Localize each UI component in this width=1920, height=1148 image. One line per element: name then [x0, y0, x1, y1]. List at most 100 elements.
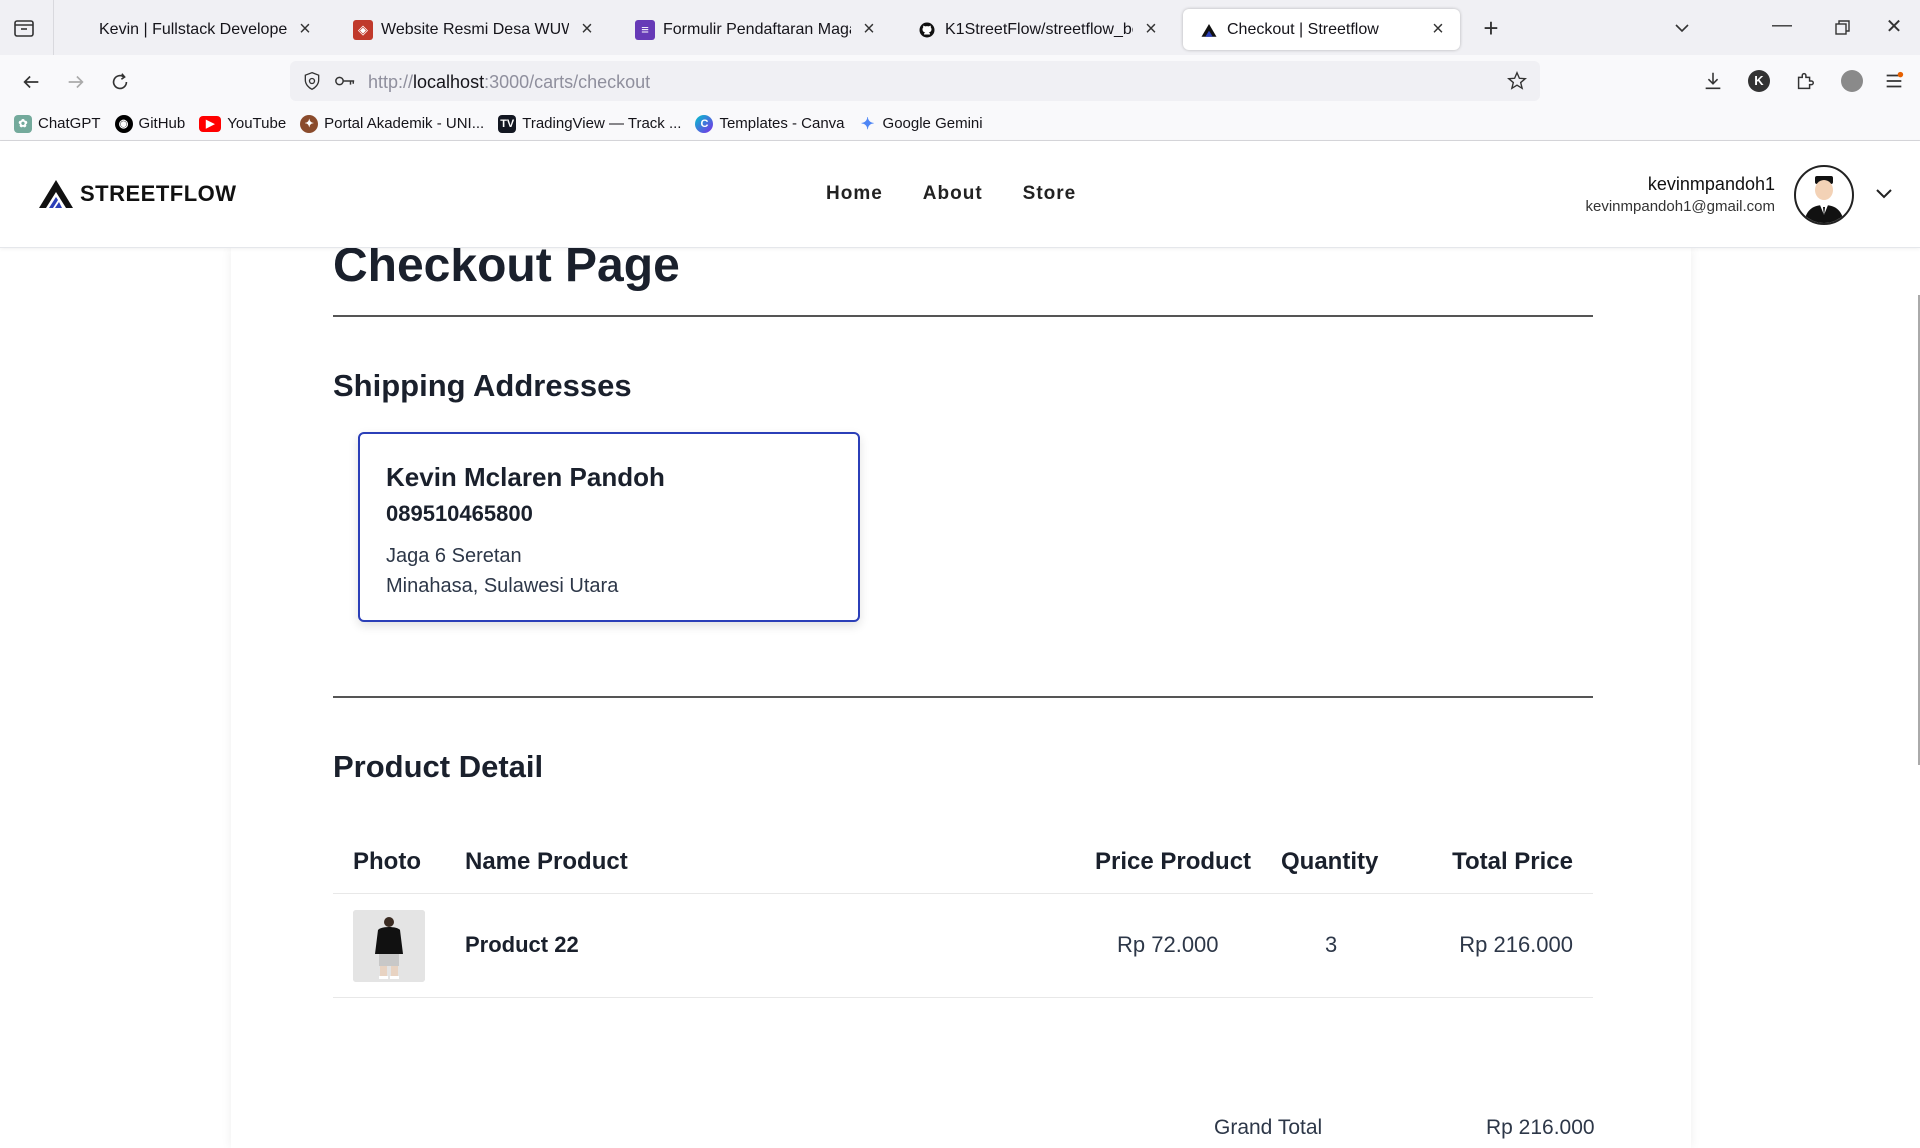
- close-icon[interactable]: ×: [1141, 18, 1161, 41]
- user-avatar-small-icon[interactable]: [1838, 67, 1866, 95]
- chevron-down-icon[interactable]: [1872, 181, 1896, 205]
- bookmark-tradingview[interactable]: TV TradingView — Track ...: [498, 114, 682, 133]
- chatgpt-icon: ✿: [14, 114, 32, 133]
- shield-icon[interactable]: [302, 71, 322, 91]
- tab-title: Checkout | Streetflow: [1227, 20, 1379, 38]
- url-text[interactable]: http://localhost:3000/carts/checkout: [368, 72, 650, 93]
- close-icon[interactable]: ×: [577, 18, 597, 41]
- bookmark-portal-akademik[interactable]: ✦ Portal Akademik - UNI...: [300, 114, 485, 133]
- nav-link-about[interactable]: About: [923, 183, 983, 205]
- address-phone: 089510465800: [386, 501, 533, 526]
- header-price-product: Price Product: [1095, 848, 1252, 875]
- header-quantity: Quantity: [1281, 848, 1379, 875]
- avatar[interactable]: [1794, 165, 1854, 225]
- user-info[interactable]: kevinmpandoh1 kevinmpandoh1@gmail.com: [1586, 174, 1776, 215]
- browser-navigation-bar: http://localhost:3000/carts/checkout K: [0, 55, 1920, 107]
- bookmark-label: ChatGPT: [38, 115, 101, 132]
- product-price: Rp 72.000: [1117, 932, 1219, 957]
- download-icon[interactable]: [1699, 67, 1727, 95]
- bookmark-label: Portal Akademik - UNI...: [324, 115, 485, 132]
- product-name: Product 22: [465, 932, 579, 957]
- bookmark-gemini[interactable]: ✦ Google Gemini: [859, 115, 983, 133]
- product-table: Photo Name Product Price Product Quantit…: [333, 830, 1593, 998]
- url-host: localhost: [413, 72, 485, 92]
- header-name-product: Name Product: [465, 848, 628, 875]
- shipping-section-title: Shipping Addresses: [333, 368, 632, 403]
- bookmark-label: YouTube: [227, 115, 287, 132]
- close-icon[interactable]: ×: [859, 18, 879, 41]
- product-section-title: Product Detail: [333, 749, 544, 784]
- tab-title: K1StreetFlow/streetflow_be: [945, 20, 1133, 38]
- bookmark-canva[interactable]: C Templates - Canva: [695, 114, 845, 133]
- menu-icon[interactable]: [1880, 67, 1908, 95]
- bookmark-github[interactable]: ◉ GitHub: [114, 114, 186, 133]
- tab-github-repo[interactable]: K1StreetFlow/streetflow_be ×: [901, 9, 1173, 50]
- tab-desa-wuwuk[interactable]: ◈ Website Resmi Desa WUWUK ×: [337, 9, 609, 50]
- account-profile-icon[interactable]: K: [1745, 67, 1773, 95]
- tab-list-icon[interactable]: [12, 16, 36, 40]
- gemini-sparkle-icon: ✦: [860, 115, 875, 133]
- forms-favicon-icon: ≡: [635, 19, 655, 40]
- minimize-icon[interactable]: —: [1768, 14, 1796, 37]
- main-navigation: Home About Store: [826, 183, 1116, 205]
- bookmark-chatgpt[interactable]: ✿ ChatGPT: [14, 114, 101, 133]
- bookmark-label: GitHub: [138, 115, 186, 132]
- key-icon[interactable]: [334, 71, 356, 91]
- university-seal-icon: ✦: [300, 114, 319, 133]
- tab-title: Kevin | Fullstack Developer: [99, 20, 287, 38]
- brand-name: STREETFLOW: [80, 181, 237, 206]
- new-tab-plus-icon[interactable]: +: [1478, 15, 1504, 41]
- youtube-icon: ▶: [199, 115, 222, 132]
- bookmark-youtube[interactable]: ▶ YouTube: [199, 115, 286, 132]
- tab-separator: [53, 0, 54, 55]
- user-name: kevinmpandoh1: [1647, 174, 1775, 194]
- reload-icon[interactable]: [105, 67, 135, 97]
- tab-formulir-magang[interactable]: ≡ Formulir Pendaftaran Magang - ×: [619, 9, 891, 50]
- grand-total-value: Rp 216.000: [1486, 1116, 1595, 1139]
- emblem-favicon-icon: ◈: [353, 19, 373, 40]
- bookmark-label: Google Gemini: [882, 115, 983, 132]
- tab-overflow-chevron-down-icon[interactable]: [1668, 16, 1696, 40]
- back-arrow-icon[interactable]: [16, 67, 46, 97]
- close-icon[interactable]: ×: [295, 18, 315, 41]
- bookmarks-bar: ✿ ChatGPT ◉ GitHub ▶ YouTube ✦ Portal Akadem…: [0, 107, 1920, 141]
- bookmark-star-icon[interactable]: [1506, 70, 1528, 92]
- github-icon: [917, 20, 937, 40]
- divider: [333, 315, 1593, 317]
- streetflow-favicon-icon: [1199, 20, 1219, 40]
- header-photo: Photo: [353, 848, 421, 875]
- forward-arrow-icon[interactable]: [61, 67, 91, 97]
- bookmark-label: TradingView — Track ...: [522, 115, 682, 132]
- canva-icon: C: [695, 114, 714, 133]
- nav-link-home[interactable]: Home: [826, 183, 883, 205]
- restore-window-icon[interactable]: [1828, 18, 1856, 38]
- browser-tab-bar: Kevin | Fullstack Developer × ◈ Website …: [0, 0, 1920, 55]
- tab-title: Website Resmi Desa WUWUK: [381, 20, 569, 38]
- product-photo: [353, 910, 425, 982]
- streetflow-logo-icon: [39, 180, 73, 208]
- table-header: Photo Name Product Price Product Quantit…: [333, 830, 1593, 894]
- github-icon: ◉: [114, 114, 133, 133]
- tab-kevin-portfolio[interactable]: Kevin | Fullstack Developer ×: [55, 9, 327, 50]
- header-total-price: Total Price: [1452, 848, 1573, 875]
- divider: [333, 696, 1593, 698]
- tab-title: Formulir Pendaftaran Magang -: [663, 20, 851, 38]
- shipping-address-card[interactable]: Kevin Mclaren Pandoh 089510465800 Jaga 6…: [358, 432, 860, 622]
- blank-favicon-icon: [71, 20, 91, 40]
- grand-total-label: Grand Total: [1214, 1116, 1323, 1139]
- extensions-puzzle-icon[interactable]: [1791, 67, 1819, 95]
- address-line-2: Minahasa, Sulawesi Utara: [386, 575, 619, 597]
- product-quantity: 3: [1325, 932, 1338, 957]
- address-bar[interactable]: http://localhost:3000/carts/checkout: [290, 61, 1540, 101]
- tab-checkout-streetflow[interactable]: Checkout | Streetflow ×: [1183, 9, 1460, 50]
- url-path: :3000/carts/checkout: [484, 72, 651, 92]
- nav-link-store[interactable]: Store: [1023, 183, 1077, 205]
- user-avatar-illustration: [1804, 176, 1844, 223]
- bookmark-label: Templates - Canva: [719, 115, 845, 132]
- close-icon[interactable]: ×: [1428, 18, 1448, 41]
- url-prefix: http://: [368, 72, 414, 92]
- close-window-icon[interactable]: ✕: [1880, 14, 1908, 39]
- tradingview-icon: TV: [498, 114, 517, 133]
- site-header: STREETFLOW Home About Store kevinmpandoh…: [0, 141, 1920, 248]
- brand-logo[interactable]: STREETFLOW: [38, 179, 237, 209]
